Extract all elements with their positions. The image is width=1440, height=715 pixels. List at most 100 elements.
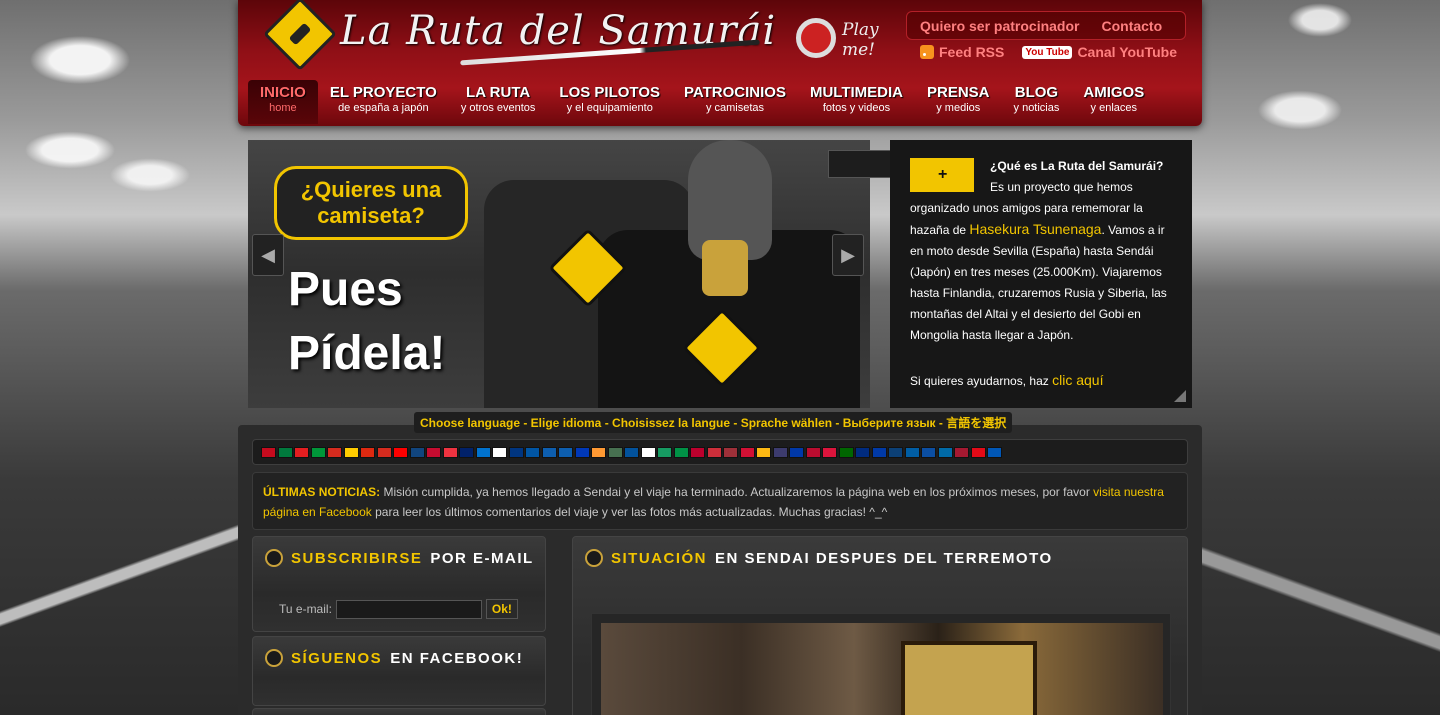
painting-image <box>901 641 1037 715</box>
language-flag-icon[interactable] <box>690 446 705 458</box>
nav-item-inicio[interactable]: INICIO home <box>248 80 318 124</box>
headphones-icon <box>796 18 836 58</box>
rss-icon <box>920 45 934 59</box>
article-photo[interactable] <box>601 623 1163 715</box>
language-flag-icon[interactable] <box>541 446 557 458</box>
language-flag-icon[interactable] <box>904 446 920 458</box>
language-flag-icon[interactable] <box>921 446 936 458</box>
nav-item-patrocinios[interactable]: PATROCINIOS y camisetas <box>672 80 798 124</box>
language-flag-icon[interactable] <box>673 446 689 458</box>
chevron-right-icon[interactable]: ▶ <box>832 234 864 276</box>
language-flag-icon[interactable] <box>805 446 821 458</box>
language-flag-icon[interactable] <box>277 446 293 458</box>
road-background <box>0 480 240 715</box>
article-title-hl: SITUACIÓN <box>611 549 707 567</box>
feed-links: Feed RSS You Tube Canal YouTube <box>920 44 1177 60</box>
language-flag-icon[interactable] <box>343 446 359 458</box>
language-flag-icon[interactable] <box>706 446 722 458</box>
language-flag-icon[interactable] <box>838 446 854 458</box>
language-flag-icon[interactable] <box>261 446 276 458</box>
sponsor-link[interactable]: Quiero ser patrocinador <box>920 18 1079 34</box>
language-flag-icon[interactable] <box>574 446 590 458</box>
language-flag-icon[interactable] <box>855 446 870 458</box>
language-flag-icon[interactable] <box>393 446 408 458</box>
latest-news: ÚLTIMAS NOTICIAS: Misión cumplida, ya he… <box>252 472 1188 530</box>
language-flag-icon[interactable] <box>376 446 392 458</box>
subscribe-title-hl: SUBSCRIBIRSE <box>291 549 423 567</box>
hasekura-link[interactable]: Hasekura Tsunenaga <box>969 221 1101 237</box>
language-flag-icon[interactable] <box>723 446 738 458</box>
subscribe-widget: SUBSCRIBIRSE POR E-MAIL Tu e-mail: Ok! <box>252 536 546 632</box>
nav-item-la-ruta[interactable]: LA RUTA y otros eventos <box>449 80 548 124</box>
language-flag-icon[interactable] <box>954 446 969 458</box>
rss-feed-link[interactable]: Feed RSS <box>920 44 1004 60</box>
email-form: Tu e-mail: Ok! <box>279 599 518 619</box>
nav-item-los-pilotos[interactable]: LOS PILOTOS y el equipamiento <box>547 80 672 124</box>
language-flag-icon[interactable] <box>310 446 326 458</box>
circle-bullet-icon <box>585 549 603 567</box>
news-label: ÚLTIMAS NOTICIAS: <box>263 485 381 499</box>
youtube-channel-link[interactable]: You Tube Canal YouTube <box>1022 44 1177 60</box>
language-flag-icon[interactable] <box>640 446 656 458</box>
slider-thumbnail[interactable] <box>828 150 894 178</box>
article-post: SITUACIÓN EN SENDAI DESPUES DEL TERREMOT… <box>572 536 1188 715</box>
about-question: ¿Qué es La Ruta del Samurái? <box>990 159 1164 173</box>
language-flag-icon[interactable] <box>558 446 573 458</box>
language-flag-icon[interactable] <box>789 446 804 458</box>
nav-item-blog[interactable]: BLOG y noticias <box>1002 80 1072 124</box>
language-flag-icon[interactable] <box>360 446 375 458</box>
youtube-icon: You Tube <box>1022 45 1073 59</box>
chevron-left-icon[interactable]: ◀ <box>252 234 284 276</box>
language-flag-icon[interactable] <box>294 446 309 458</box>
language-flag-icon[interactable] <box>871 446 887 458</box>
language-flag-icon[interactable] <box>508 446 524 458</box>
language-flag-icon[interactable] <box>409 446 425 458</box>
gas-mask-filter-image <box>702 240 748 296</box>
play-me-button[interactable]: Play me! <box>796 16 886 66</box>
nav-item-el-proyecto[interactable]: EL PROYECTO de españa a japón <box>318 80 449 124</box>
language-flag-icon[interactable] <box>888 446 903 458</box>
subscribe-title-rest: POR E-MAIL <box>430 549 534 567</box>
language-label: Choose language - Elige idioma - Choisis… <box>414 412 1013 433</box>
slider-bubble: ¿Quieres una camiseta? <box>274 166 468 240</box>
nav-item-prensa[interactable]: PRENSA y medios <box>915 80 1002 124</box>
language-flag-icon[interactable] <box>475 446 491 458</box>
nav-item-multimedia[interactable]: MULTIMEDIA fotos y videos <box>798 80 915 124</box>
language-flag-icon[interactable] <box>772 446 788 458</box>
language-flag-icon[interactable] <box>607 446 623 458</box>
circle-bullet-icon <box>265 549 283 567</box>
promo-slider[interactable]: ¿Quieres una camiseta? Pues Pídela! ◀ ▶ <box>248 140 870 408</box>
language-flag-icon[interactable] <box>442 446 458 458</box>
nav-item-amigos[interactable]: AMIGOS y enlaces <box>1071 80 1156 124</box>
language-flag-icon[interactable] <box>525 446 540 458</box>
slider-headline: Pues Pídela! <box>288 263 446 380</box>
about-box: ¿Qué es La Ruta del Samurái? Es un proye… <box>890 140 1192 408</box>
language-flag-icon[interactable] <box>624 446 639 458</box>
facebook-widget: SÍGUENOS EN FACEBOOK! <box>252 636 546 706</box>
main-content: ¿Quieres una camiseta? Pues Pídela! ◀ ▶ … <box>238 140 1202 715</box>
help-link[interactable]: clic aquí <box>1052 372 1103 388</box>
help-text: Si quieres ayudarnos, haz <box>910 374 1049 388</box>
language-flag-icon[interactable] <box>739 446 755 458</box>
news-text: Misión cumplida, ya hemos llegado a Send… <box>383 485 1090 499</box>
contact-link[interactable]: Contacto <box>1101 18 1162 34</box>
language-flag-icon[interactable] <box>822 446 837 458</box>
facebook-title-rest: EN FACEBOOK! <box>390 649 524 667</box>
subscribe-ok-button[interactable]: Ok! <box>485 599 518 619</box>
road-background-right <box>1200 420 1440 715</box>
language-flag-icon[interactable] <box>987 446 1002 458</box>
samurai-plus-icon <box>910 158 974 192</box>
play-me-label: Play me! <box>842 20 879 60</box>
language-flag-icon[interactable] <box>657 446 672 458</box>
language-flag-icon[interactable] <box>970 446 986 458</box>
language-flag-icon[interactable] <box>459 446 474 458</box>
language-flag-icon[interactable] <box>327 446 342 458</box>
language-flag-icon[interactable] <box>591 446 606 458</box>
language-flag-icon[interactable] <box>937 446 953 458</box>
about-text-2: . Vamos a ir en moto desde Sevilla (Espa… <box>910 223 1167 342</box>
email-field[interactable] <box>335 599 482 619</box>
language-flag-icon[interactable] <box>426 446 441 458</box>
article-title[interactable]: SITUACIÓN EN SENDAI DESPUES DEL TERREMOT… <box>585 549 1053 567</box>
language-flag-icon[interactable] <box>756 446 771 458</box>
language-flag-icon[interactable] <box>492 446 507 458</box>
